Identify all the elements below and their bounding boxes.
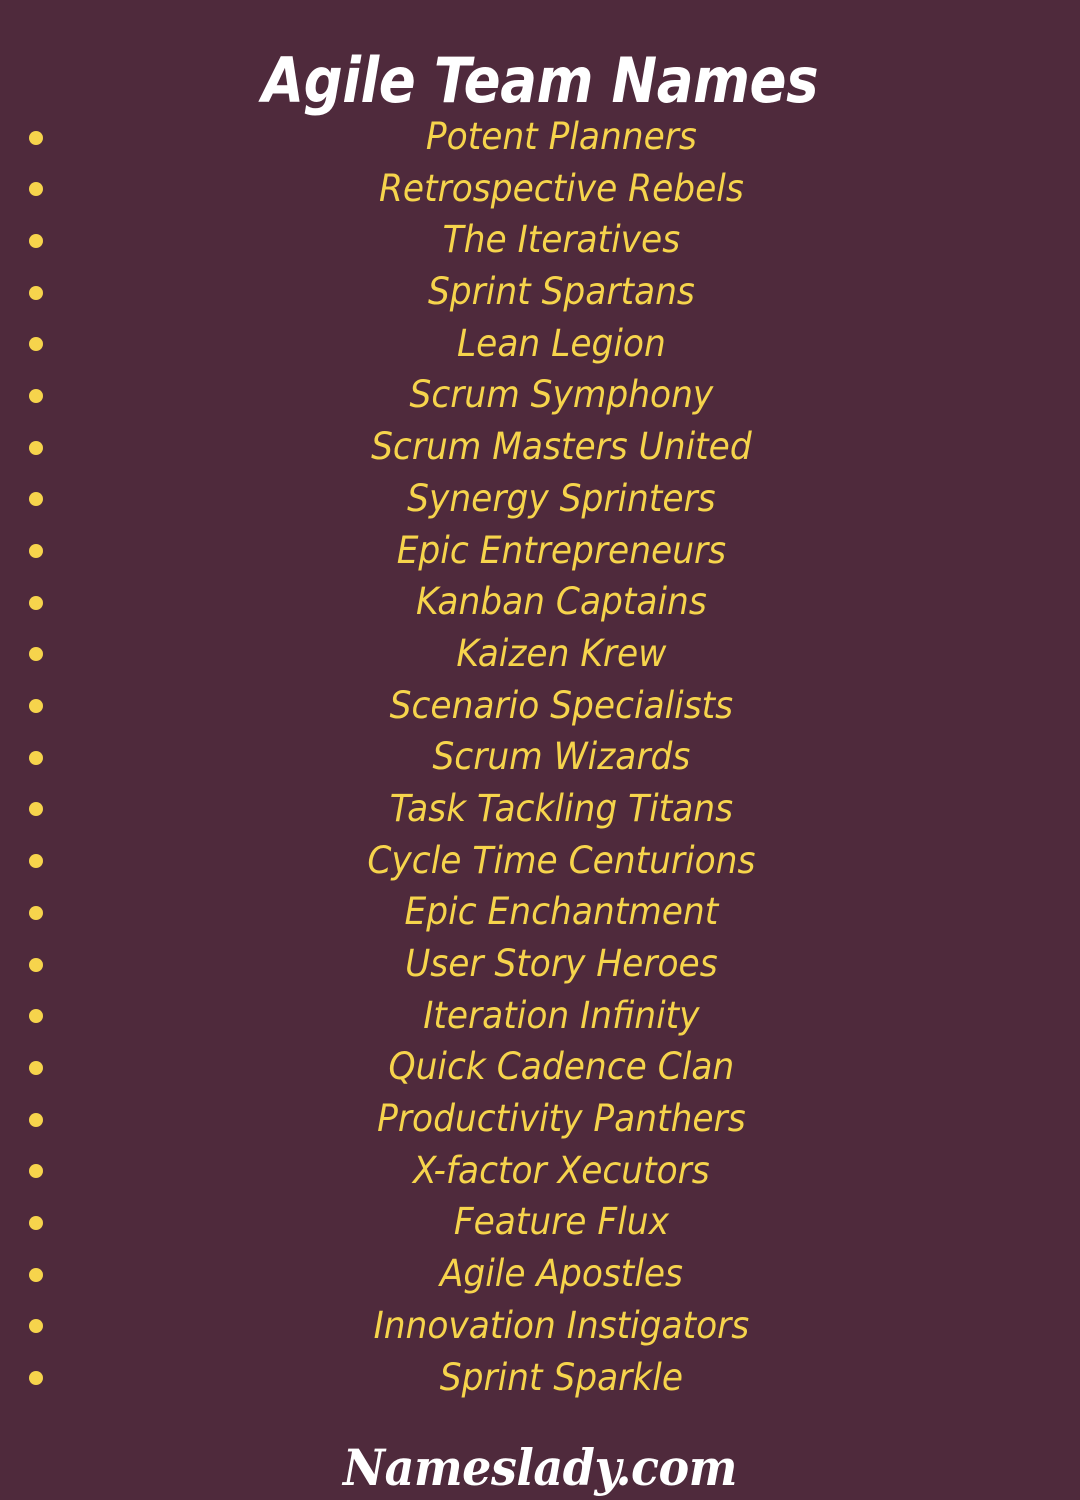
list-item-label: Kaizen Krew bbox=[456, 631, 667, 675]
list-item-label: Feature Flux bbox=[453, 1200, 669, 1244]
list-item: User Story Heroes bbox=[0, 938, 1080, 990]
list-item-label: Scrum Symphony bbox=[409, 373, 714, 417]
list-item-label: User Story Heroes bbox=[405, 942, 718, 985]
list-item: The Iteratives bbox=[0, 214, 1080, 266]
list-item: Task Tackling Titans bbox=[0, 783, 1080, 835]
list-item: Retrospective Rebels bbox=[0, 163, 1080, 215]
list-item-label: The Iteratives bbox=[442, 218, 681, 262]
list-item: Scrum Symphony bbox=[0, 369, 1080, 421]
list-item: Sprint Spartans bbox=[0, 266, 1080, 318]
list-item: X-factor Xecutors bbox=[0, 1145, 1080, 1197]
list-item-label: Scenario Specialists bbox=[389, 683, 734, 727]
footer-brand: Nameslady.com bbox=[343, 1438, 737, 1497]
list-item-label: Retrospective Rebels bbox=[379, 166, 744, 210]
list-item: Quick Cadence Clan bbox=[0, 1041, 1080, 1093]
list-item: Epic Entrepreneurs bbox=[0, 525, 1080, 577]
list-item-label: Scrum Masters United bbox=[371, 425, 752, 469]
list-item-label: X-factor Xecutors bbox=[413, 1148, 710, 1192]
list-item-label: Epic Enchantment bbox=[404, 890, 719, 934]
list-item: Scrum Masters United bbox=[0, 421, 1080, 473]
list-item-label: Quick Cadence Clan bbox=[388, 1045, 735, 1089]
list-item: Scenario Specialists bbox=[0, 680, 1080, 732]
list-item-label: Task Tackling Titans bbox=[389, 786, 734, 830]
list-item: Feature Flux bbox=[0, 1196, 1080, 1248]
list-item: Kaizen Krew bbox=[0, 628, 1080, 680]
list-item: Epic Enchantment bbox=[0, 886, 1080, 938]
list-item-label: Synergy Sprinters bbox=[407, 476, 716, 520]
list-item-label: Epic Entrepreneurs bbox=[396, 528, 727, 572]
team-names-list: Potent Planners Retrospective Rebels The I… bbox=[0, 111, 1080, 1403]
list-item: Potent Planners bbox=[0, 111, 1080, 163]
list-item-label: Potent Planners bbox=[425, 115, 697, 158]
page-title: Agile Team Names bbox=[261, 43, 819, 117]
list-item-label: Innovation Instigators bbox=[373, 1303, 750, 1347]
list-item-label: Cycle Time Centurions bbox=[367, 838, 756, 882]
list-item: Productivity Panthers bbox=[0, 1093, 1080, 1145]
list-item: Sprint Sparkle bbox=[0, 1352, 1080, 1404]
list-item: Cycle Time Centurions bbox=[0, 835, 1080, 887]
list-item-label: Sprint Sparkle bbox=[439, 1355, 683, 1399]
list-item: Kanban Captains bbox=[0, 576, 1080, 628]
list-item-label: Sprint Spartans bbox=[427, 270, 695, 314]
list-item-label: Kanban Captains bbox=[416, 580, 707, 624]
list-item-label: Iteration Infinity bbox=[423, 993, 700, 1037]
list-item: Synergy Sprinters bbox=[0, 473, 1080, 525]
list-item: Iteration Infinity bbox=[0, 990, 1080, 1042]
list-item: Agile Apostles bbox=[0, 1248, 1080, 1300]
list-item-label: Productivity Panthers bbox=[377, 1097, 746, 1141]
list-item: Lean Legion bbox=[0, 318, 1080, 370]
list-item-label: Scrum Wizards bbox=[432, 735, 691, 779]
list-item: Innovation Instigators bbox=[0, 1300, 1080, 1352]
poster-canvas: Agile Team Names Potent Planners Retrospe… bbox=[0, 0, 1080, 1500]
list-item: Scrum Wizards bbox=[0, 731, 1080, 783]
list-item-label: Agile Apostles bbox=[439, 1252, 683, 1296]
list-item-label: Lean Legion bbox=[456, 321, 666, 365]
